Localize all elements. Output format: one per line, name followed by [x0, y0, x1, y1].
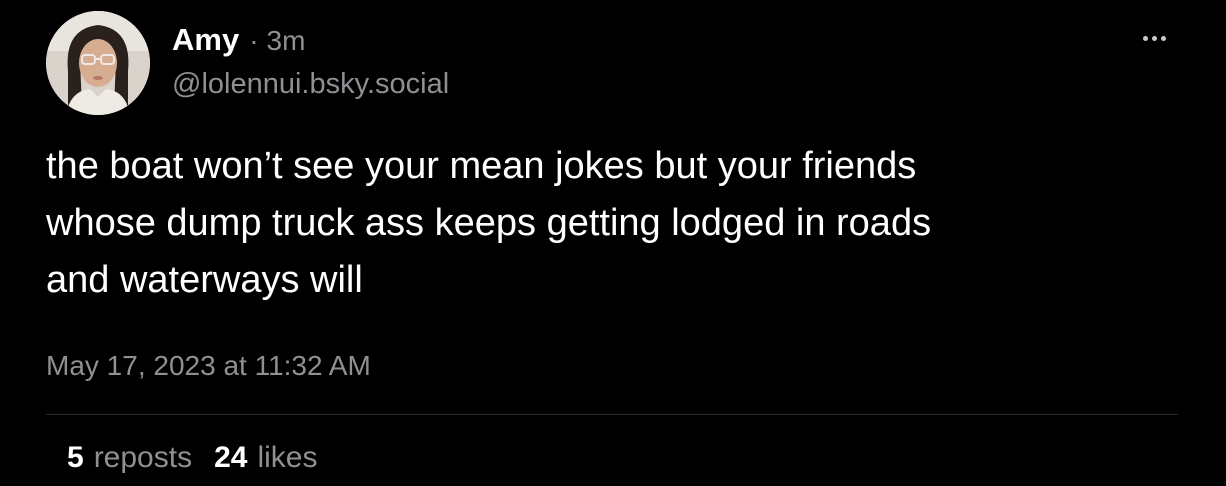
post-text-line: and waterways will — [46, 259, 363, 301]
author-handle[interactable]: @lolennui.bsky.social — [172, 68, 449, 101]
divider — [46, 414, 1178, 415]
reposts-stat[interactable]: 5 reposts — [67, 441, 192, 475]
more-horizontal-icon-dot — [1151, 35, 1157, 41]
reposts-label: reposts — [93, 441, 193, 474]
post-timestamp: May 17, 2023 at 11:32 AM — [46, 350, 371, 381]
post-text-line: whose dump truck ass keeps getting lodge… — [46, 202, 932, 244]
likes-stat[interactable]: 24 likes — [214, 441, 317, 475]
post: Amy · 3m @lolennui.bsky.social the boat … — [0, 0, 1226, 486]
post-text-line: the boat won’t see your mean jokes but y… — [46, 145, 917, 187]
avatar-image — [46, 11, 150, 115]
more-horizontal-icon-dot — [1160, 35, 1166, 41]
reposts-count: 5 — [67, 441, 84, 474]
likes-count: 24 — [214, 441, 248, 474]
separator-dot: · — [249, 25, 259, 56]
author-line: Amy · 3m — [172, 22, 449, 62]
more-horizontal-icon — [1142, 35, 1148, 41]
author-display-name[interactable]: Amy — [172, 22, 239, 58]
more-options-button[interactable] — [1136, 26, 1172, 50]
avatar[interactable] — [46, 11, 150, 115]
post-stats: 5 reposts 24 likes — [67, 441, 339, 475]
post-time-ago[interactable]: 3m — [267, 25, 306, 57]
likes-label: likes — [257, 441, 318, 474]
post-header: Amy · 3m @lolennui.bsky.social — [172, 22, 449, 101]
post-text: the boat won’t see your mean jokes but y… — [46, 138, 1146, 309]
